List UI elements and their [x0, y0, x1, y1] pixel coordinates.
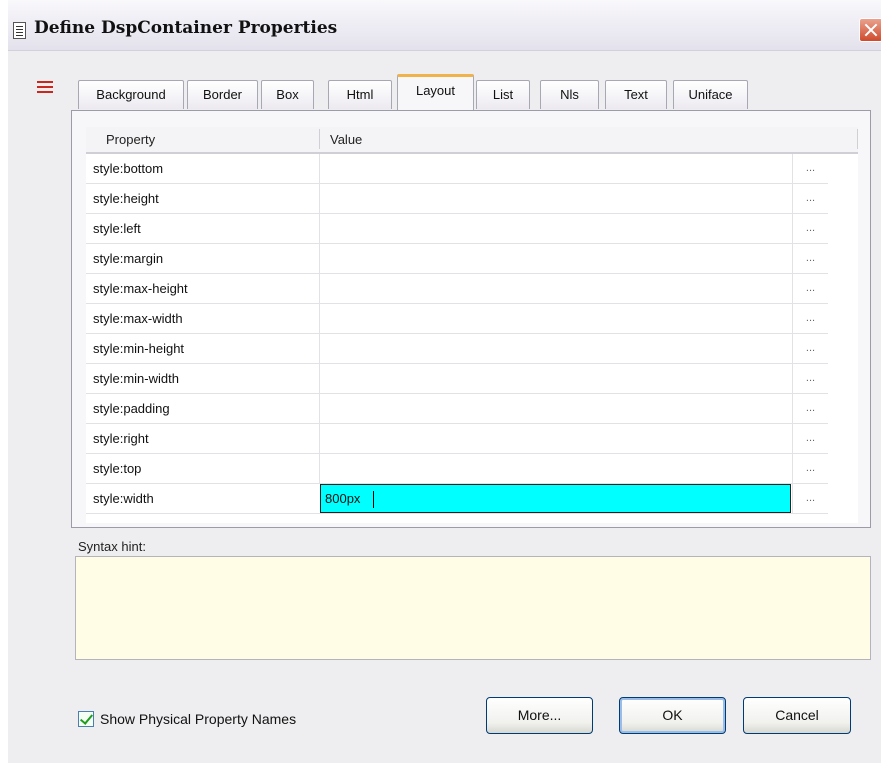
document-icon [13, 22, 26, 39]
tab-uniface[interactable]: Uniface [673, 80, 748, 109]
property-value-cell[interactable] [319, 364, 792, 393]
syntax-hint-label: Syntax hint: [78, 539, 146, 554]
ellipsis-button[interactable]: ... [792, 334, 828, 363]
property-value-cell[interactable] [319, 424, 792, 453]
ellipsis-button[interactable]: ... [792, 454, 828, 483]
table-row[interactable]: style:max-height ... [86, 274, 828, 304]
property-name: style:max-height [93, 281, 188, 296]
property-value-cell[interactable] [319, 214, 792, 243]
property-value-cell[interactable] [319, 154, 792, 183]
ellipsis-button[interactable]: ... [792, 274, 828, 303]
property-value-cell[interactable] [319, 184, 792, 213]
ellipsis-button[interactable]: ... [792, 304, 828, 333]
property-value-cell[interactable] [319, 244, 792, 273]
property-name: style:right [93, 431, 149, 446]
table-row-selected[interactable]: style:width 800px ... [86, 484, 828, 514]
property-value-cell[interactable] [319, 334, 792, 363]
tab-nls[interactable]: Nls [540, 80, 599, 109]
tab-border[interactable]: Border [187, 80, 258, 109]
tab-text[interactable]: Text [605, 80, 667, 109]
table-row[interactable]: style:bottom ... [86, 154, 828, 184]
table-row[interactable]: style:max-width ... [86, 304, 828, 334]
title-bar[interactable]: Define DspContainer Properties [8, 0, 881, 51]
window-title: Define DspContainer Properties [34, 18, 338, 38]
more-button[interactable]: More... [486, 697, 593, 734]
ellipsis-button[interactable]: ... [792, 214, 828, 243]
tab-box[interactable]: Box [261, 80, 314, 109]
property-value-cell[interactable] [319, 394, 792, 423]
property-value-cell[interactable] [319, 304, 792, 333]
property-value-text: 800px [325, 491, 361, 506]
property-name: style:min-height [93, 341, 185, 356]
column-divider[interactable] [319, 129, 320, 149]
table-row[interactable]: style:min-height ... [86, 334, 828, 364]
ellipsis-button[interactable]: ... [792, 424, 828, 453]
property-value-cell[interactable] [319, 274, 792, 303]
property-value-input[interactable]: 800px [320, 484, 791, 513]
tab-html[interactable]: Html [328, 80, 392, 109]
cancel-button[interactable]: Cancel [743, 697, 851, 734]
ellipsis-button[interactable]: ... [792, 394, 828, 423]
ellipsis-button[interactable]: ... [792, 184, 828, 213]
property-name: style:bottom [93, 161, 164, 176]
ellipsis-button[interactable]: ... [792, 244, 828, 273]
table-row[interactable]: style:top ... [86, 454, 828, 484]
table-row[interactable]: style:margin ... [86, 244, 828, 274]
column-header-property[interactable]: Property [106, 132, 155, 147]
syntax-hint-box [75, 556, 871, 660]
close-icon[interactable] [859, 18, 881, 42]
table-row[interactable]: style:height ... [86, 184, 828, 214]
text-caret [373, 491, 374, 508]
ellipsis-button[interactable]: ... [792, 154, 828, 183]
layout-icon [37, 80, 53, 96]
checkbox-check-icon[interactable] [78, 711, 94, 727]
grid-header: Property Value [86, 127, 858, 154]
tab-list[interactable]: List [476, 80, 530, 109]
property-name: style:top [93, 461, 142, 476]
dialog-window: Define DspContainer Properties Backgroun… [8, 0, 881, 763]
property-name: style:margin [93, 251, 164, 266]
ok-button[interactable]: OK [619, 697, 726, 734]
ellipsis-button[interactable]: ... [792, 484, 828, 513]
property-name: style:left [93, 221, 141, 236]
property-name: style:width [93, 491, 154, 506]
table-row[interactable]: style:right ... [86, 424, 828, 454]
property-grid: Property Value style:bottom ... style:he… [86, 127, 858, 523]
column-divider[interactable] [857, 129, 858, 149]
property-name: style:padding [93, 401, 170, 416]
property-value-cell[interactable] [319, 454, 792, 483]
layout-tab-panel: Property Value style:bottom ... style:he… [71, 110, 871, 528]
property-name: style:min-width [93, 371, 179, 386]
property-name: style:max-width [93, 311, 183, 326]
tab-background[interactable]: Background [78, 80, 184, 109]
column-header-value[interactable]: Value [330, 132, 362, 147]
show-physical-names-label[interactable]: Show Physical Property Names [100, 711, 296, 727]
property-name: style:height [93, 191, 159, 206]
tab-layout[interactable]: Layout [397, 74, 474, 110]
table-row[interactable]: style:left ... [86, 214, 828, 244]
table-row[interactable]: style:padding ... [86, 394, 828, 424]
table-row[interactable]: style:min-width ... [86, 364, 828, 394]
ellipsis-button[interactable]: ... [792, 364, 828, 393]
